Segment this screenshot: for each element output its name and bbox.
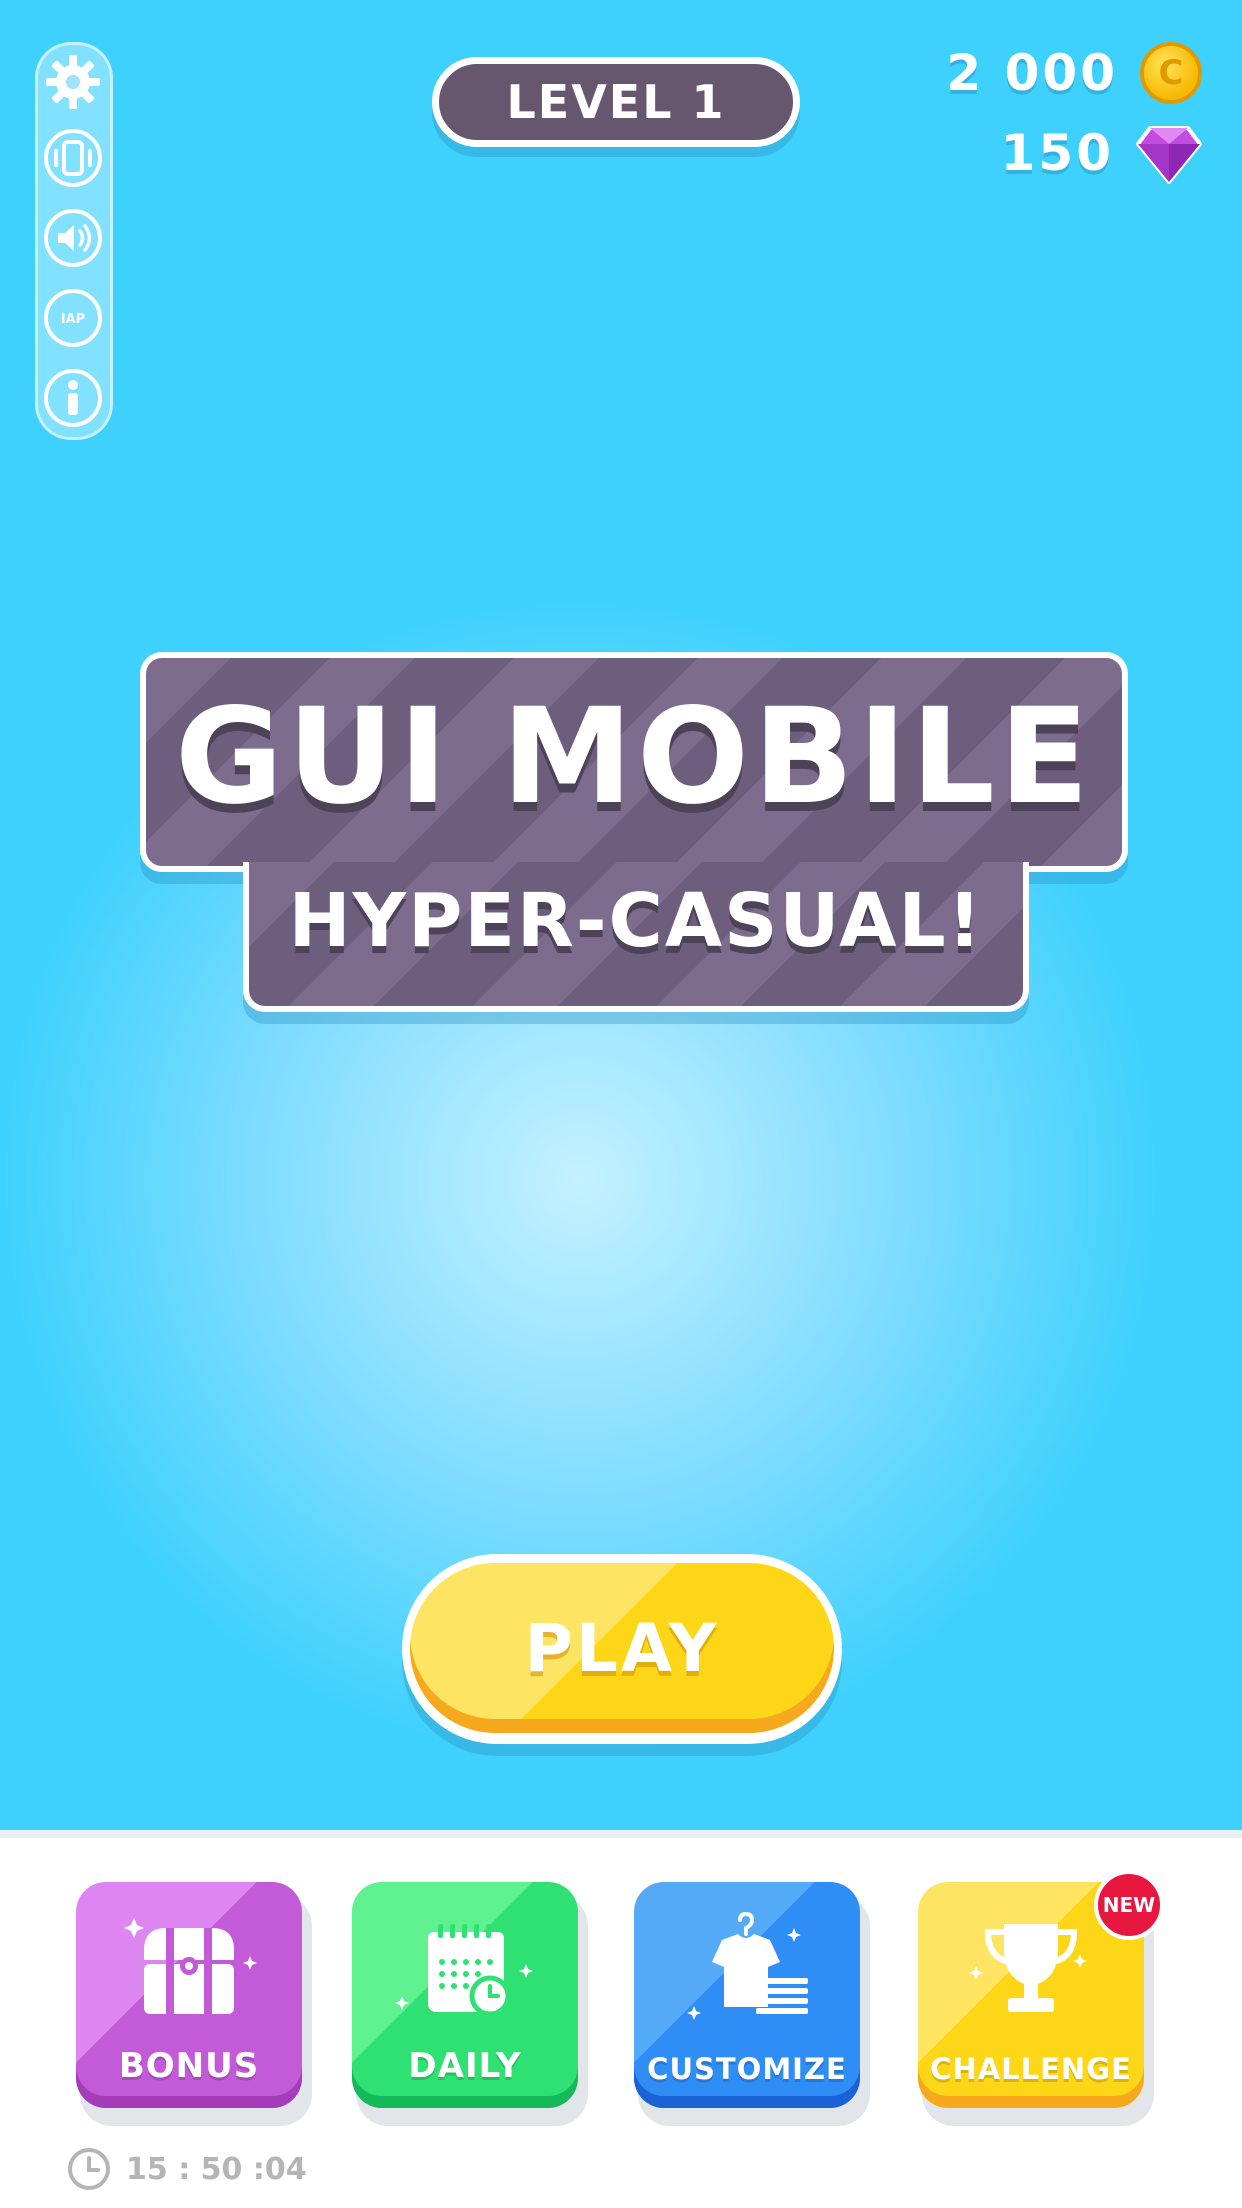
bonus-timer: 15 : 50 :04 bbox=[66, 2146, 307, 2192]
customize-label: CUSTOMIZE bbox=[647, 2052, 847, 2086]
bonus-label: BONUS bbox=[118, 2046, 260, 2086]
bonus-tile[interactable]: BONUS bbox=[76, 1882, 302, 2108]
clock-icon bbox=[68, 2148, 110, 2190]
challenge-label: CHALLENGE bbox=[930, 2052, 1132, 2086]
gem-icon bbox=[1136, 126, 1202, 184]
gear-icon[interactable] bbox=[42, 51, 104, 113]
coin-counter: 2 000 C bbox=[946, 42, 1202, 104]
trophy-icon bbox=[969, 1924, 1087, 2012]
settings-rail: IAP bbox=[35, 42, 113, 440]
daily-tile[interactable]: DAILY bbox=[352, 1882, 578, 2108]
coin-value: 2 000 bbox=[946, 44, 1118, 102]
timer-value: 15 : 50 :04 bbox=[126, 2151, 307, 2187]
info-icon[interactable] bbox=[42, 367, 104, 429]
gem-value: 150 bbox=[1000, 124, 1114, 182]
gem-counter: 150 bbox=[1001, 120, 1202, 186]
game-title: GUI MOBILE bbox=[174, 680, 1094, 834]
coin-icon: C bbox=[1140, 42, 1202, 104]
level-indicator: LEVEL 1 bbox=[432, 57, 800, 147]
play-button[interactable]: PLAY bbox=[410, 1563, 834, 1733]
iap-icon[interactable]: IAP bbox=[42, 287, 104, 349]
new-badge: NEW bbox=[1094, 1870, 1164, 1940]
vibration-icon[interactable] bbox=[42, 127, 104, 189]
calendar-icon bbox=[395, 1924, 533, 2017]
shirt-icon bbox=[687, 1911, 808, 2020]
sound-icon[interactable] bbox=[42, 207, 104, 269]
chest-icon bbox=[124, 1918, 257, 2014]
customize-tile[interactable]: CUSTOMIZE bbox=[634, 1882, 860, 2108]
daily-label: DAILY bbox=[408, 2046, 522, 2086]
iap-text: IAP bbox=[61, 312, 85, 327]
game-subtitle: HYPER-CASUAL! bbox=[288, 878, 984, 964]
